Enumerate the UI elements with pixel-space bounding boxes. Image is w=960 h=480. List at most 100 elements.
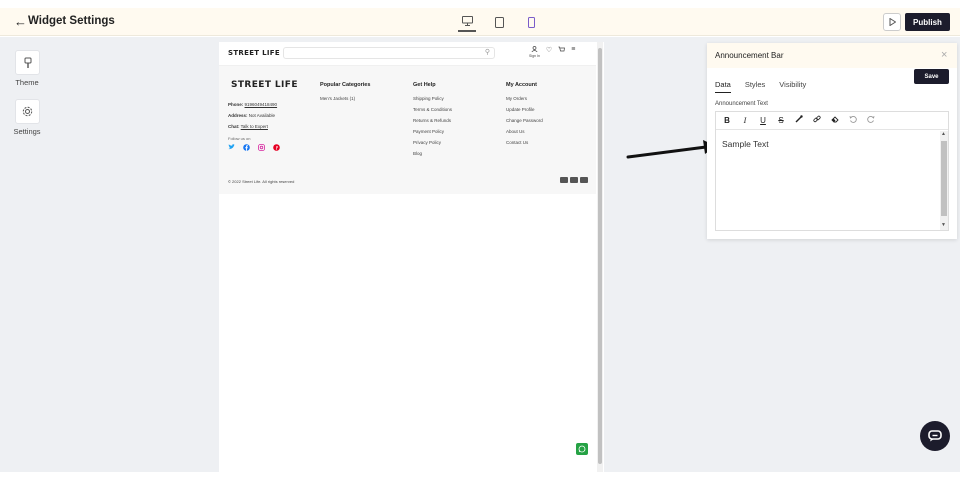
play-icon [889, 18, 896, 26]
twitter-icon[interactable] [228, 144, 235, 151]
footer-col-popular: Popular Categories Men's Jackets (1) [320, 82, 370, 107]
pinterest-icon[interactable] [273, 144, 280, 151]
footer-link[interactable]: Privacy Policy [413, 140, 452, 145]
whatsapp-icon[interactable] [576, 443, 588, 455]
footer-link[interactable]: My Orders [506, 96, 543, 101]
announcement-text-input[interactable]: Sample Text [722, 139, 769, 149]
announcement-bar-panel: Announcement Bar × Save Data Styles Visi… [707, 43, 957, 239]
theme-tool-button[interactable] [15, 50, 40, 75]
mobile-view-button[interactable] [522, 12, 540, 32]
annotation-arrow-icon [626, 140, 716, 159]
preview-play-button[interactable] [883, 13, 901, 31]
store-logo[interactable]: STREET LIFE [228, 49, 280, 57]
payment-card-icon [560, 177, 568, 183]
save-button[interactable]: Save [914, 69, 949, 84]
strikethrough-button[interactable]: S [777, 116, 785, 126]
follow-us-label: Follow us on [228, 136, 251, 141]
footer-link[interactable]: Shipping Policy [413, 96, 452, 101]
copyright-text: © 2022 Street Life. All rights reserved [228, 179, 295, 184]
footer-link[interactable]: Contact Us [506, 140, 543, 145]
panel-header: Announcement Bar × [707, 43, 957, 68]
tab-data[interactable]: Data [715, 80, 731, 93]
page-title: Widget Settings [28, 15, 115, 27]
announcement-text-label: Announcement Text [715, 101, 768, 107]
close-icon[interactable]: × [941, 49, 947, 61]
footer-col-heading: My Account [506, 82, 537, 88]
tablet-icon [494, 16, 504, 28]
panel-title: Announcement Bar [715, 51, 784, 60]
store-navbar: STREET LIFE ⚲ Sign In ♡ ≡ [219, 42, 596, 66]
facebook-icon[interactable] [243, 144, 250, 151]
rich-text-editor: B I U S Sample Text ▲ ▼ [715, 111, 949, 231]
undo-button[interactable] [849, 115, 857, 126]
footer-link[interactable]: Blog [413, 151, 452, 156]
phone-link[interactable]: 9196049418490 [245, 102, 278, 107]
cart-icon[interactable] [558, 46, 566, 55]
chat-link[interactable]: Talk to Expert [241, 124, 268, 129]
editor-scroll-thumb[interactable] [941, 141, 947, 216]
bold-button[interactable]: B [723, 116, 731, 126]
footer-col-help: Get Help Shipping Policy Terms & Conditi… [413, 82, 452, 162]
mobile-icon [527, 16, 535, 28]
gear-icon [22, 106, 33, 117]
link-icon [813, 115, 821, 123]
footer-address: Address: Not Available [228, 113, 275, 118]
menu-hamburger-icon[interactable]: ≡ [571, 46, 575, 53]
footer-link[interactable]: Men's Jackets (1) [320, 96, 370, 101]
user-icon[interactable]: Sign In [529, 46, 540, 58]
store-footer: STREET LIFE Phone: 9196049418490 Address… [219, 66, 596, 194]
tab-visibility[interactable]: Visibility [779, 80, 806, 93]
text-color-button[interactable] [795, 115, 803, 126]
footer-phone: Phone: 9196049418490 [228, 102, 278, 107]
footer-link[interactable]: Terms & Conditions [413, 107, 452, 112]
publish-button[interactable]: Publish [905, 13, 950, 31]
editor-toolbar: B I U S [716, 112, 948, 130]
desktop-icon [461, 16, 473, 26]
underline-button[interactable]: U [759, 116, 767, 126]
panel-tabs: Data Styles Visibility [715, 80, 806, 93]
footer-link[interactable]: Payment Policy [413, 129, 452, 134]
device-switcher [458, 12, 540, 32]
undo-icon [849, 115, 857, 123]
paint-brush-icon [24, 57, 31, 68]
wishlist-heart-icon[interactable]: ♡ [546, 46, 552, 54]
chat-support-button[interactable] [920, 421, 950, 451]
redo-button[interactable] [867, 115, 875, 126]
eraser-icon [831, 116, 839, 123]
theme-tool-label: Theme [15, 78, 39, 87]
chat-icon [928, 430, 942, 442]
footer-link[interactable]: Returns & Refunds [413, 118, 452, 123]
footer-link[interactable]: Update Profile [506, 107, 543, 112]
clear-format-button[interactable] [831, 115, 839, 126]
editor-scrollbar[interactable]: ▲ ▼ [940, 131, 948, 230]
sign-in-label: Sign In [529, 54, 540, 58]
redo-icon [867, 115, 875, 123]
back-arrow-icon[interactable]: ← [14, 14, 27, 29]
payment-card-icon [580, 177, 588, 183]
italic-button[interactable]: I [741, 116, 749, 126]
settings-tool-label: Settings [13, 127, 41, 136]
tablet-view-button[interactable] [490, 12, 508, 32]
social-links [228, 144, 280, 151]
tab-styles[interactable]: Styles [745, 80, 765, 93]
store-search-input[interactable]: ⚲ [283, 47, 495, 59]
scroll-down-icon[interactable]: ▼ [941, 222, 946, 228]
scroll-up-icon[interactable]: ▲ [941, 131, 946, 137]
preview-scrollbar[interactable] [597, 42, 603, 472]
footer-col-account: My Account My Orders Update Profile Chan… [506, 82, 543, 151]
footer-chat: Chat: Talk to Expert [228, 124, 268, 129]
link-button[interactable] [813, 115, 821, 126]
footer-col-heading: Popular Categories [320, 82, 371, 88]
footer-link[interactable]: About Us [506, 129, 543, 134]
footer-logo[interactable]: STREET LIFE [231, 80, 298, 90]
top-bar: ← Widget Settings Publish [0, 8, 960, 36]
payment-card-icon [570, 177, 578, 183]
footer-link[interactable]: Change Password [506, 118, 543, 123]
instagram-icon[interactable] [258, 144, 265, 151]
desktop-view-button[interactable] [458, 12, 476, 32]
footer-col-heading: Get Help [413, 82, 436, 88]
store-preview: STREET LIFE ⚲ Sign In ♡ ≡ STREET LIFE Ph… [219, 42, 604, 472]
settings-tool-button[interactable] [15, 99, 40, 124]
store-nav-icons: Sign In ♡ ≡ [529, 46, 575, 58]
preview-scroll-thumb[interactable] [598, 48, 602, 464]
